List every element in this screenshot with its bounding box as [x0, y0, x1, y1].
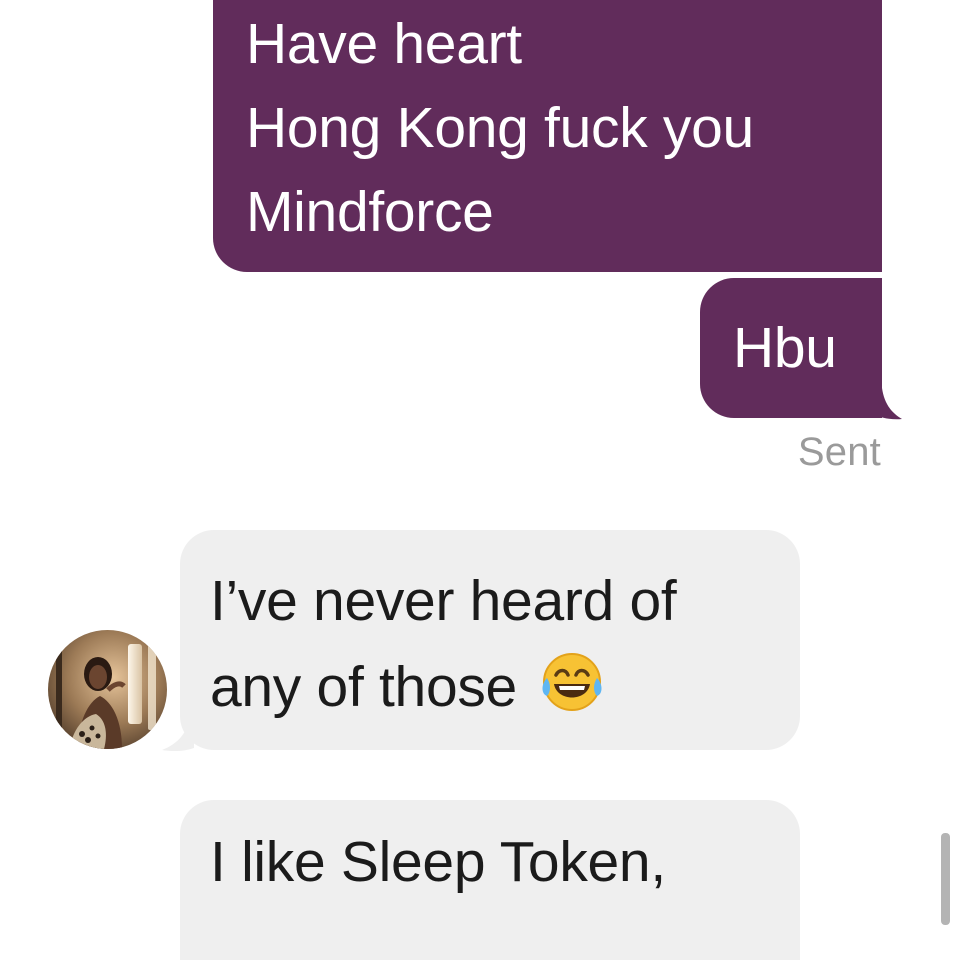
face-with-tears-of-joy-icon	[542, 653, 601, 711]
sent-message-bubble[interactable]: Have heart Hong Kong fuck you Mindforce	[213, 0, 882, 272]
message-line: Have heart	[246, 12, 522, 76]
received-bubble-tail	[162, 716, 194, 752]
message-line: Hong Kong fuck you	[246, 96, 754, 160]
message-text: Hbu	[733, 316, 837, 380]
message-line: Mindforce	[246, 180, 494, 244]
sent-bubble-tail	[878, 388, 902, 420]
received-message-bubble[interactable]: I’ve never heard of any of those	[180, 530, 800, 750]
received-message-bubble[interactable]: I like Sleep Token,	[180, 800, 800, 960]
sent-message-bubble[interactable]: Hbu	[700, 278, 882, 418]
scrollbar[interactable]	[941, 833, 950, 925]
message-text: I like Sleep Token,	[210, 830, 666, 894]
avatar[interactable]	[48, 630, 167, 749]
delivery-status: Sent	[797, 430, 881, 474]
message-line: any of those	[210, 655, 517, 719]
message-line-with-emoji: any of those	[210, 640, 800, 734]
profile-photo-icon	[48, 630, 167, 749]
message-line: I’ve never heard of	[210, 569, 677, 633]
